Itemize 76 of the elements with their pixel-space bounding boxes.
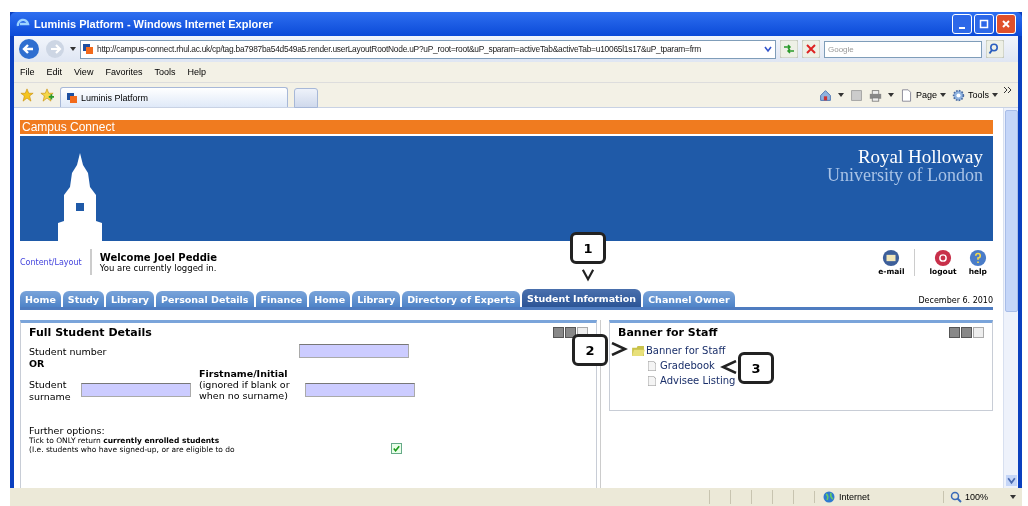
dropdown-icon[interactable] [763,44,773,54]
chevron-icon[interactable] [1004,87,1012,93]
search-field[interactable]: Google [824,40,982,58]
caret-icon [940,93,946,97]
refresh-button[interactable] [780,40,798,58]
tree-item[interactable]: Gradebook [632,358,715,373]
window-title: Luminis Platform - Windows Internet Explorer [34,18,274,30]
field-hint: (ignored if blank or when no surname) [199,379,291,402]
field-label: Firstname/Initial [199,369,289,380]
panel-title: Full Student Details [29,326,152,339]
zoom-level[interactable]: 100% [943,491,1010,503]
menu-item[interactable]: Help [187,67,206,77]
firstname-field[interactable] [305,383,415,397]
page-menu-button[interactable]: Page [899,88,946,102]
globe-icon [823,491,835,503]
enrolled-checkbox[interactable] [391,442,402,454]
institution-subtitle: University of London [827,166,983,184]
printer-icon[interactable] [868,88,882,102]
minimize-button[interactable] [952,14,972,34]
welcome-text: Welcome Joel Peddie [99,251,217,263]
tree-item[interactable]: Advisee Listing [632,373,736,388]
scroll-down-icon[interactable] [1005,475,1017,486]
panel-controls-icon[interactable] [949,327,984,338]
stop-button[interactable] [802,40,820,58]
power-icon [934,248,953,267]
maximize-icon [979,19,989,29]
address-field[interactable]: http://campus-connect.rhul.ac.uk/cp/tag.ba7987ba54d549a5.render.userLayoutRootNode.uP?uP_root=root&uP_sparam=activeTab&activeTab=u10065l1s17&uP_tparam=frm [80,39,776,59]
gear-icon [952,88,965,102]
document-icon [648,375,656,386]
callout-label: 3 [738,352,774,384]
scrollbar[interactable] [1003,108,1018,488]
favicon-icon [67,92,77,103]
or-label: OR [29,358,45,369]
search-button[interactable] [986,40,1004,58]
surname-field[interactable] [81,383,191,397]
magnifier-icon [950,491,962,503]
menu-item[interactable]: File [20,67,35,77]
panel-title: Banner for Staff [618,326,718,339]
portal-name: Campus Connect [22,120,115,134]
field-label: Student number [29,345,108,357]
maximize-button[interactable] [974,14,994,34]
help-icon [968,248,987,267]
security-zone: Internet [814,491,943,503]
page-tab[interactable]: Student Information [522,289,642,307]
page-icon [899,88,913,102]
date-text: December 6. 2010 [918,296,993,307]
field-label: Student surname [29,378,72,403]
login-status: You are currently logged in. [99,262,217,273]
menu-item[interactable]: Tools [154,67,176,77]
student-number-field[interactable] [299,344,409,358]
favorites-star-icon[interactable] [20,88,34,102]
callout-label: 1 [570,232,606,264]
browser-tab[interactable]: Luminis Platform [60,87,288,107]
menu-item[interactable]: Edit [46,67,63,77]
dropdown-icon[interactable] [1010,495,1016,499]
document-icon [648,360,656,371]
caret-icon [992,93,998,97]
home-icon[interactable] [818,88,832,102]
dropdown-icon[interactable] [70,47,76,51]
folder-icon [632,345,645,356]
envelope-icon [882,248,901,267]
close-icon [1001,19,1011,29]
menu-item[interactable]: View [74,67,94,77]
minimize-icon [959,27,965,29]
favicon-icon [83,44,93,54]
close-button[interactable] [996,14,1016,34]
callout-label: 2 [572,334,608,366]
tree-folder[interactable]: Banner for Staff [632,343,726,358]
menu-item[interactable]: Favorites [105,67,143,77]
dropdown-icon[interactable] [837,93,844,97]
tools-menu-button[interactable]: Tools [952,88,998,102]
back-button[interactable] [18,38,40,60]
add-favorite-icon[interactable] [40,88,54,102]
further-options-label: Further options: [29,424,106,436]
dropdown-icon[interactable] [887,93,894,97]
content-layout-link[interactable]: Content/Layout [20,249,92,275]
